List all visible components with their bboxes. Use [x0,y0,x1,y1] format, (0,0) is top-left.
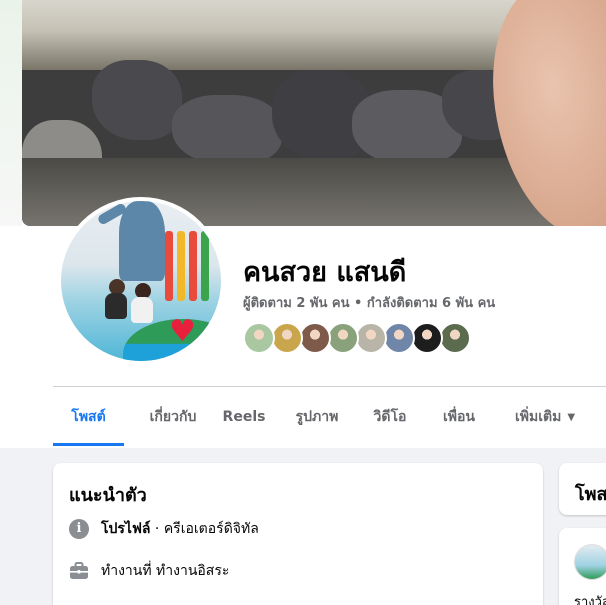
profile-divider [53,386,606,387]
friend-avatar[interactable] [439,322,471,354]
tab-friends[interactable]: เพื่อน [431,388,487,446]
profile-photo: ♥ [61,201,221,361]
friend-avatar[interactable] [411,322,443,354]
friend-avatar[interactable] [299,322,331,354]
avatar-tree [119,201,165,281]
avatar-pillar [189,231,197,301]
post-author-avatar[interactable] [574,544,606,580]
friend-avatar[interactable] [243,322,275,354]
post-author-text[interactable]: รางวัล [574,591,606,605]
intro-work-row: ทำงานที่ ทำงานอิสระ [69,559,229,583]
intro-work-text[interactable]: ทำงานที่ ทำงานอิสระ [101,560,229,582]
intro-profile-row: i โปรไฟล์ · ครีเอเตอร์ดิจิทัล [69,517,259,541]
profile-tabs: โพสต์ เกี่ยวกับ Reels รูปภาพ วิดีโอ เพื่… [53,388,606,446]
tab-reels-label: Reels [222,409,266,425]
intro-title: แนะนำตัว [69,485,147,506]
tab-photos[interactable]: รูปภาพ [285,388,349,446]
tab-more[interactable]: เพิ่มเติม ▼ [505,388,585,446]
intro-profile-label: โปรไฟล์ [101,521,151,537]
tab-videos[interactable]: วิดีโอ [364,388,416,446]
tab-more-label: เพิ่มเติม [514,409,562,425]
cover-photo[interactable] [22,0,606,226]
posts-card-title: โพส [575,484,606,505]
tab-about[interactable]: เกี่ยวกับ [131,388,215,446]
followers-following-count[interactable]: ผู้ติดตาม 2 พัน คน • กำลังติดตาม 6 พัน ค… [243,292,495,313]
tab-posts[interactable]: โพสต์ [53,388,124,446]
friend-avatar[interactable] [383,322,415,354]
tab-posts-label: โพสต์ [71,409,106,425]
profile-avatar[interactable]: ♥ [57,197,225,365]
avatar-pillar [177,231,185,301]
avatar-pillar [201,231,209,301]
active-tab-underline [53,443,124,446]
profile-name: คนสวย แสนดี [243,257,407,288]
caret-down-icon: ▼ [567,412,576,423]
friend-avatar[interactable] [327,322,359,354]
tab-reels[interactable]: Reels [216,388,272,446]
cover-rock [172,95,282,165]
avatar-people [103,279,161,327]
posts-card: โพส [559,463,606,515]
intro-profile-value: · ครีเอเตอร์ดิจิทัล [150,521,259,537]
tab-photos-label: รูปภาพ [295,409,339,425]
heart-icon: ♥ [169,314,196,349]
tab-friends-label: เพื่อน [443,409,475,425]
briefcase-icon [69,561,89,581]
post-item[interactable]: รางวัล [559,528,606,605]
cover-rock [92,60,182,140]
tab-about-label: เกี่ยวกับ [149,409,197,425]
page-left-background [0,0,22,226]
intro-card: แนะนำตัว i โปรไฟล์ · ครีเอเตอร์ดิจิทัล ท… [53,463,543,605]
info-icon: i [69,519,89,539]
tab-videos-label: วิดีโอ [373,409,407,425]
friend-avatar[interactable] [271,322,303,354]
avatar-pillar [165,231,173,301]
friends-avatar-row[interactable] [243,322,483,356]
friend-avatar[interactable] [355,322,387,354]
